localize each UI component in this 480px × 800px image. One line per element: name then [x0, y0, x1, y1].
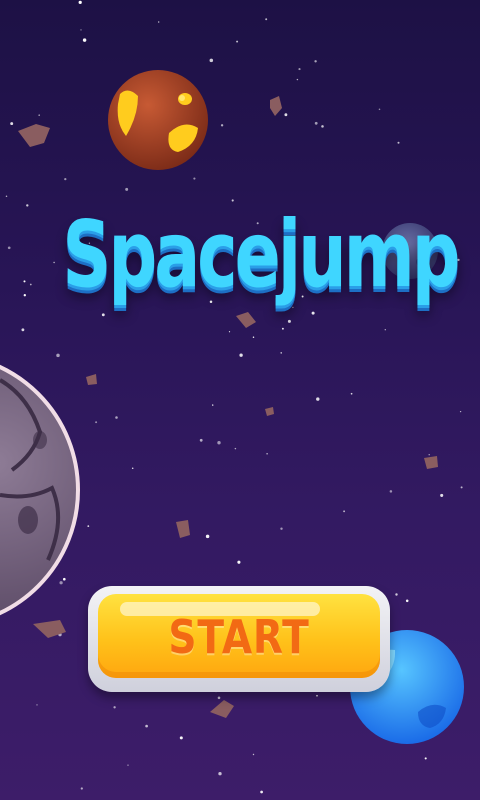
game-scene: Spacejump START — [0, 0, 480, 800]
gray-planet — [0, 364, 80, 616]
game-title: Spacejump — [62, 201, 460, 308]
start-button-face: START — [98, 594, 380, 678]
start-button[interactable]: START — [88, 586, 390, 692]
start-button-label: START — [168, 610, 310, 664]
rust-planet — [108, 70, 208, 170]
